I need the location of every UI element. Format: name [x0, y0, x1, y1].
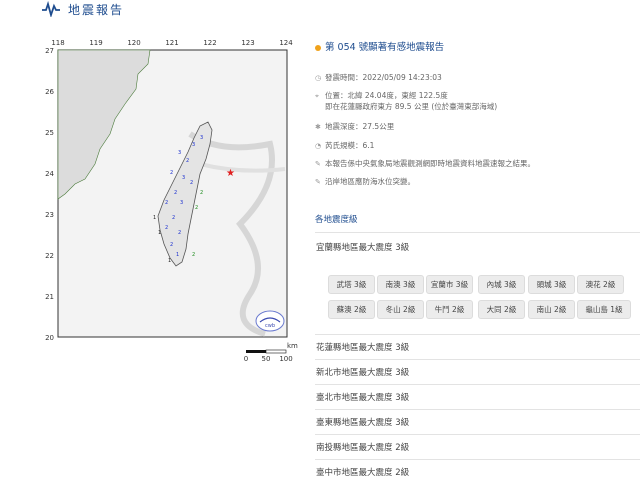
svg-text:120: 120 — [127, 39, 140, 47]
svg-text:24: 24 — [45, 170, 54, 178]
station-pill: 冬山 2級 — [377, 300, 424, 319]
station-pill: 宜蘭市 3級 — [426, 275, 473, 294]
svg-text:2: 2 — [172, 215, 175, 221]
svg-text:20: 20 — [45, 334, 54, 342]
depth-icon: ✱ — [315, 123, 321, 131]
svg-text:2: 2 — [190, 180, 193, 186]
svg-text:124: 124 — [279, 39, 293, 47]
location: ⌖ 位置：北緯 24.04度，東經 122.5度 — [315, 91, 448, 100]
svg-text:21: 21 — [45, 293, 54, 301]
svg-text:2: 2 — [170, 242, 173, 248]
station-pill: 澳花 2級 — [577, 275, 624, 294]
svg-text:3: 3 — [182, 175, 185, 181]
page-title: 地震報告 — [68, 3, 125, 17]
page-header: 地震報告 — [0, 0, 640, 20]
svg-text:2: 2 — [174, 190, 177, 196]
station-pill: 蘇澳 2級 — [328, 300, 375, 319]
svg-text:50: 50 — [262, 355, 271, 363]
svg-text:26: 26 — [45, 88, 54, 96]
depth: ✱ 地震深度：27.5公里 — [315, 122, 395, 131]
svg-text:0: 0 — [244, 355, 248, 363]
epicenter-marker: ★ — [226, 168, 235, 179]
svg-text:3: 3 — [192, 142, 195, 148]
note-realtime: ✎ 本報告係中央氣象局地震觀測網即時地震資料地震速報之結果。 — [315, 159, 535, 168]
svg-text:2: 2 — [178, 230, 181, 236]
svg-text:3: 3 — [178, 150, 181, 156]
svg-text:22: 22 — [45, 252, 54, 260]
station-pill: 大同 2級 — [478, 300, 525, 319]
scale-bar: km 0 50 100 — [244, 342, 298, 363]
origin-time: ◷ 發震時間：2022/05/09 14:23:03 — [315, 73, 442, 82]
station-pill: 龜山島 1級 — [577, 300, 631, 319]
svg-text:100: 100 — [279, 355, 292, 363]
svg-text:2: 2 — [200, 190, 203, 196]
warning-icon: ✎ — [315, 178, 321, 186]
svg-text:118: 118 — [51, 39, 64, 47]
svg-text:2: 2 — [192, 252, 195, 258]
svg-text:23: 23 — [45, 211, 54, 219]
intensity-section-title: 各地震度級 — [315, 215, 358, 225]
svg-text:cwb: cwb — [265, 323, 275, 329]
station-pill: 南澳 3級 — [377, 275, 424, 294]
svg-text:1: 1 — [168, 258, 171, 264]
svg-text:2: 2 — [165, 200, 168, 206]
earthquake-map[interactable]: 323 323 222 322 221 111 222 ★ 118 119 12… — [40, 34, 300, 374]
bullet-icon — [315, 44, 321, 51]
svg-text:119: 119 — [89, 39, 102, 47]
magnitude-icon: ◔ — [315, 142, 322, 150]
station-pill: 南山 2級 — [528, 300, 575, 319]
region-header-hualien[interactable]: 花蓮縣地區最大震度 3級 — [316, 341, 409, 353]
svg-text:2: 2 — [186, 158, 189, 164]
svg-text:1: 1 — [153, 215, 156, 221]
heartbeat-logo-icon — [42, 1, 60, 17]
region-header-yilan[interactable]: 宜蘭縣地區最大震度 3級 — [316, 241, 409, 253]
cwb-emblem-icon: cwb — [255, 310, 285, 332]
svg-text:122: 122 — [203, 39, 216, 47]
svg-text:2: 2 — [170, 170, 173, 176]
svg-text:1: 1 — [176, 252, 179, 258]
region-header-taitung[interactable]: 臺東縣地區最大震度 3級 — [316, 416, 409, 428]
svg-text:123: 123 — [241, 39, 254, 47]
location-detail: 即在花蓮縣政府東方 89.5 公里 (位於臺灣東部海域) — [325, 102, 498, 111]
note-sea-level: ✎ 沿岸地區應防海水位突變。 — [315, 177, 415, 186]
station-pill: 內城 3級 — [478, 275, 525, 294]
magnitude: ◔ 芮氏規模：6.1 — [315, 141, 375, 150]
svg-text:3: 3 — [180, 200, 183, 206]
station-pill: 武塔 3級 — [328, 275, 375, 294]
location-pin-icon: ⌖ — [315, 92, 319, 100]
info-icon: ✎ — [315, 160, 321, 168]
svg-text:121: 121 — [165, 39, 178, 47]
region-header-taichung[interactable]: 臺中市地區最大震度 2級 — [316, 466, 409, 478]
svg-text:3: 3 — [200, 135, 203, 141]
region-header-nantou[interactable]: 南投縣地區最大震度 2級 — [316, 441, 409, 453]
svg-text:2: 2 — [165, 225, 168, 231]
svg-text:27: 27 — [45, 47, 54, 55]
clock-icon: ◷ — [315, 74, 322, 82]
report-title: 第 054 號顯著有感地震報告 — [315, 39, 444, 53]
svg-text:2: 2 — [195, 205, 198, 211]
region-header-taipei[interactable]: 臺北市地區最大震度 3級 — [316, 391, 409, 403]
region-header-new-taipei[interactable]: 新北市地區最大震度 3級 — [316, 366, 409, 378]
svg-text:km: km — [287, 342, 298, 350]
svg-text:1: 1 — [158, 230, 161, 236]
station-pill: 頭城 3級 — [528, 275, 575, 294]
station-pill: 牛鬥 2級 — [426, 300, 473, 319]
svg-text:25: 25 — [45, 129, 54, 137]
